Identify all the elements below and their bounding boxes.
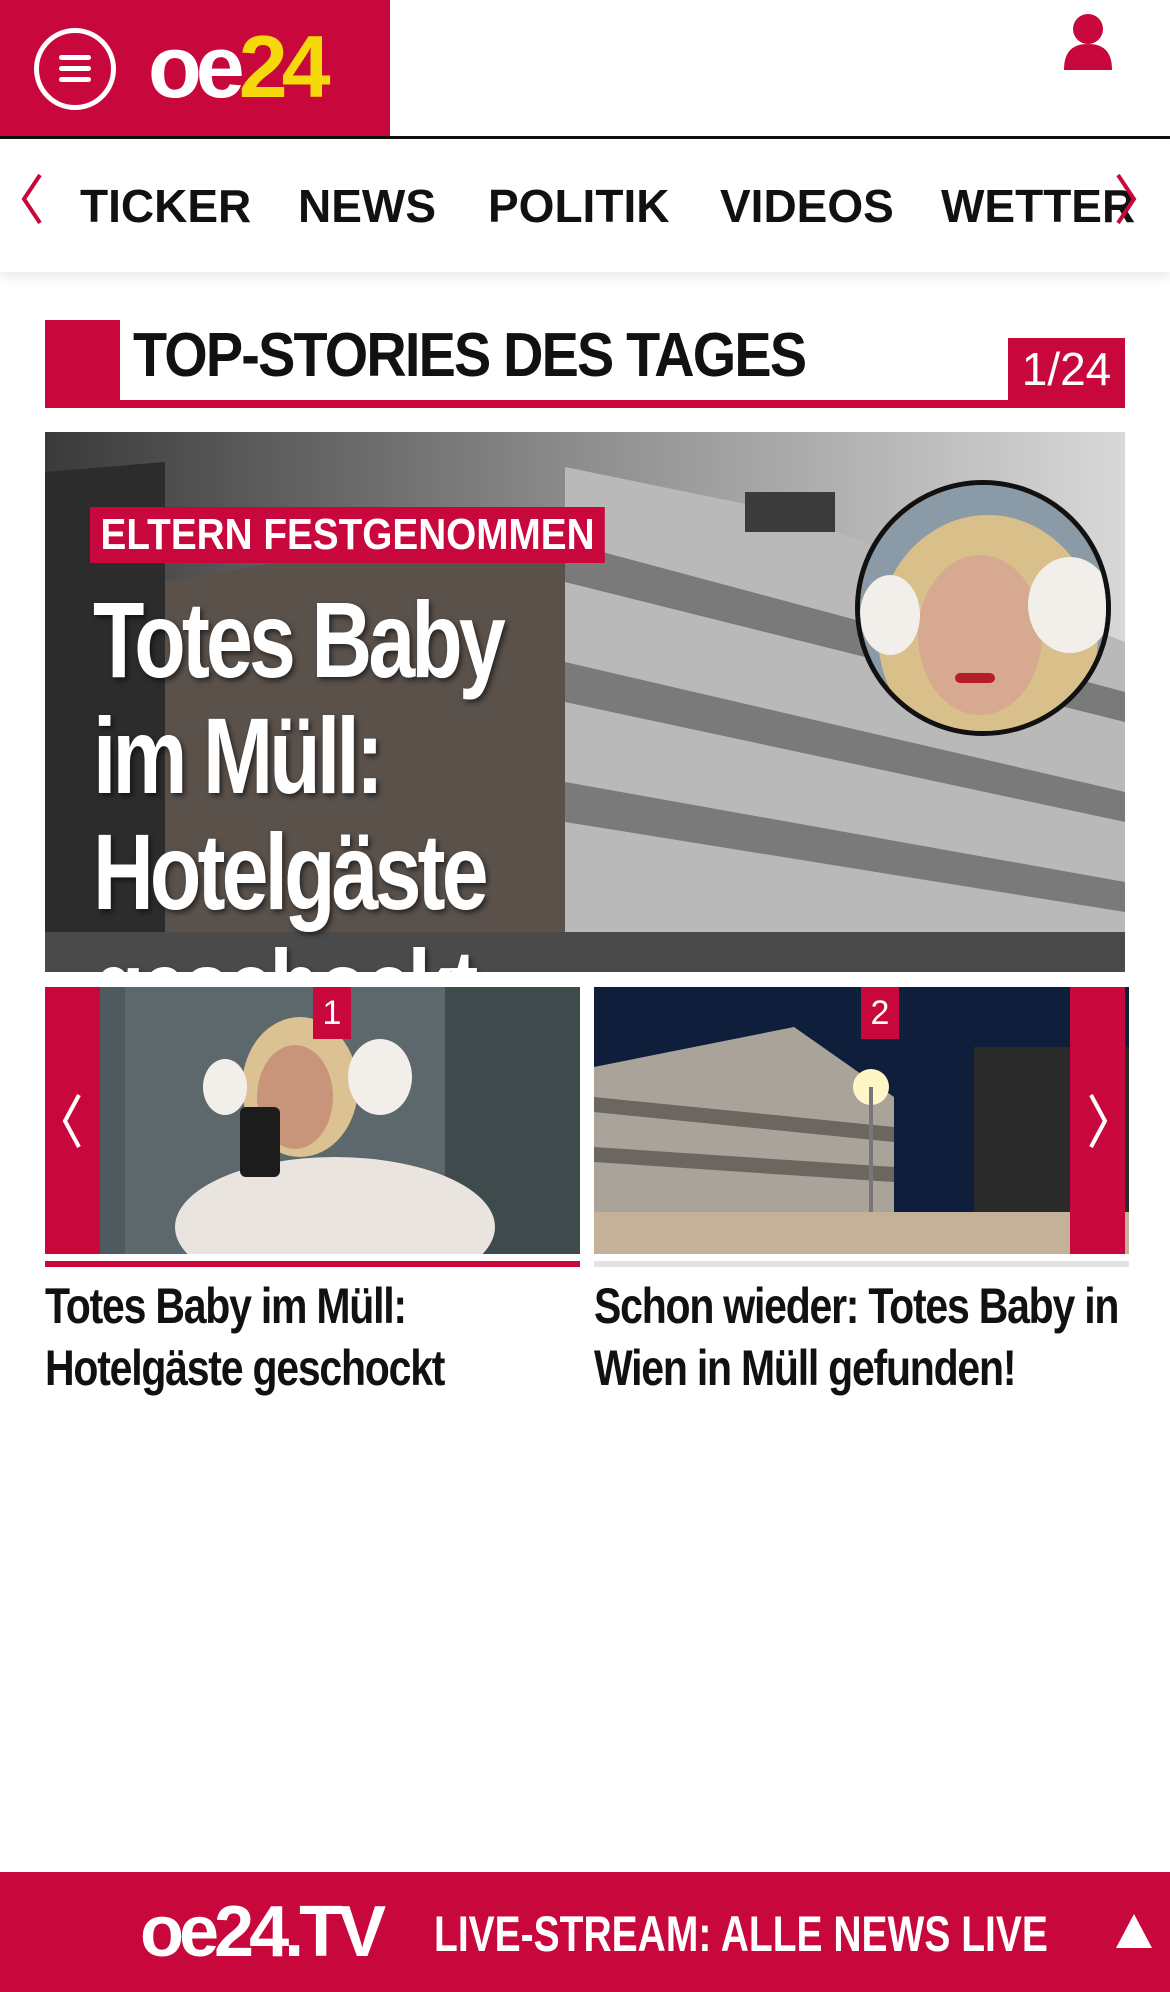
logo-block: oe24 [0, 0, 390, 136]
site-logo[interactable]: oe24 [148, 22, 331, 112]
teaser-card[interactable]: 2 Schon wieder: Totes Baby in Wien in Mü… [594, 987, 1129, 1399]
teaser-title[interactable]: Schon wieder: Totes Baby in Wien in Müll… [594, 1275, 1135, 1399]
hero-kicker: ELTERN FESTGENOMMEN [90, 507, 606, 563]
site-header: oe24 [0, 0, 1170, 139]
heading-underline [45, 400, 1125, 408]
teaser-title[interactable]: Totes Baby im Müll: Hotelgäste geschockt [45, 1275, 586, 1399]
heading-accent [45, 320, 120, 408]
teaser-active-indicator [45, 1261, 580, 1267]
hero-story[interactable]: ELTERN FESTGENOMMEN Totes Baby im Müll: … [45, 432, 1125, 972]
teaser-indicator [594, 1261, 1129, 1267]
carousel-prev-button[interactable] [45, 987, 100, 1254]
hero-portrait-image [855, 480, 1111, 736]
carousel-next-button[interactable] [1070, 987, 1125, 1254]
nav-item-news[interactable]: NEWS [298, 179, 436, 233]
user-icon[interactable] [1060, 12, 1116, 72]
chevron-left-icon [62, 1094, 81, 1148]
teaser-card[interactable]: 1 Totes Baby im Müll: Hotelgäste geschoc… [45, 987, 580, 1399]
hamburger-menu-icon[interactable] [34, 28, 116, 110]
tv-logo[interactable]: oe24.TV [140, 1890, 386, 1974]
hero-headline[interactable]: Totes Baby im Müll: Hotelgäste geschockt [93, 582, 873, 973]
nav-item-ticker[interactable]: TICKER [80, 179, 251, 233]
nav-item-wetter[interactable]: WETTER [941, 179, 1135, 233]
teaser-image[interactable]: 2 [594, 987, 1129, 1254]
teaser-number: 1 [313, 987, 351, 1039]
section-heading: TOP-STORIES DES TAGES 1/24 [45, 320, 1125, 408]
teaser-number: 2 [861, 987, 899, 1039]
live-stream-label[interactable]: LIVE-STREAM: ALLE NEWS LIVE [434, 1902, 1048, 1966]
live-stream-bar[interactable]: oe24.TV LIVE-STREAM: ALLE NEWS LIVE [0, 1872, 1170, 1992]
section-title: TOP-STORIES DES TAGES [133, 321, 807, 390]
story-counter: 1/24 [1008, 338, 1125, 400]
chevron-right-icon[interactable] [1112, 169, 1142, 229]
nav-item-politik[interactable]: POLITIK [488, 179, 669, 233]
nav-item-videos[interactable]: VIDEOS [720, 179, 894, 233]
chevron-left-icon[interactable] [16, 169, 46, 229]
arrow-up-icon[interactable] [1116, 1914, 1152, 1948]
chevron-right-icon [1089, 1094, 1108, 1148]
category-nav: TICKER NEWS POLITIK VIDEOS WETTER [0, 139, 1170, 272]
teaser-image[interactable]: 1 [45, 987, 580, 1254]
